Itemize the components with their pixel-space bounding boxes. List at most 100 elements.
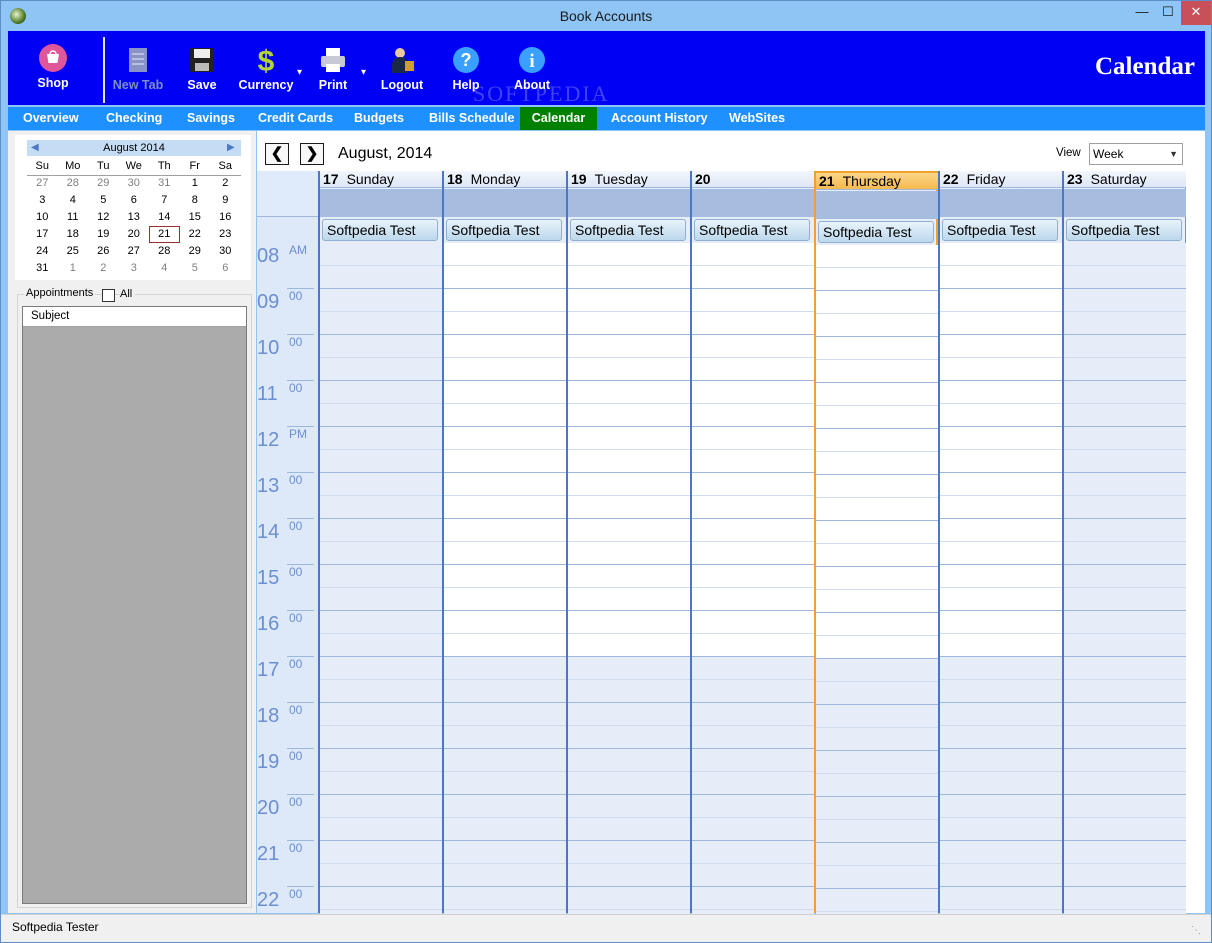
time-slot[interactable] xyxy=(568,358,690,381)
time-slot[interactable] xyxy=(444,657,566,680)
time-slot[interactable] xyxy=(816,820,938,843)
time-slot[interactable] xyxy=(692,634,814,657)
print-dropdown-arrow-icon[interactable]: ▾ xyxy=(361,67,366,78)
day-column[interactable]: 22 Friday Softpedia Test xyxy=(938,171,1062,933)
nav-account-history[interactable]: Account History xyxy=(605,107,714,130)
event-block[interactable]: Softpedia Test xyxy=(1066,219,1182,241)
time-slot[interactable] xyxy=(1064,519,1186,542)
time-slot[interactable] xyxy=(940,726,1062,749)
time-slot[interactable] xyxy=(444,634,566,657)
time-slot[interactable] xyxy=(816,360,938,383)
time-slot[interactable] xyxy=(816,843,938,866)
time-slot[interactable] xyxy=(692,335,814,358)
time-slot[interactable] xyxy=(568,703,690,726)
time-slot[interactable] xyxy=(320,795,442,818)
time-slot[interactable] xyxy=(692,496,814,519)
time-slot[interactable] xyxy=(940,818,1062,841)
day-header[interactable]: 20 xyxy=(692,171,814,188)
time-slot[interactable] xyxy=(692,266,814,289)
logout-button[interactable]: Logout xyxy=(372,45,432,92)
time-slot[interactable] xyxy=(320,588,442,611)
time-slot[interactable] xyxy=(940,312,1062,335)
time-slot[interactable] xyxy=(568,841,690,864)
time-slot[interactable] xyxy=(692,772,814,795)
time-slot[interactable] xyxy=(940,450,1062,473)
resize-grip-icon[interactable]: ⋱ xyxy=(1191,925,1201,936)
time-slot[interactable] xyxy=(1064,266,1186,289)
time-slot[interactable] xyxy=(816,636,938,659)
time-slot[interactable] xyxy=(320,473,442,496)
time-slot[interactable] xyxy=(1064,634,1186,657)
time-slot[interactable] xyxy=(940,266,1062,289)
time-slot[interactable] xyxy=(1064,565,1186,588)
time-slot[interactable] xyxy=(816,475,938,498)
time-slot[interactable] xyxy=(320,312,442,335)
all-day-area[interactable] xyxy=(940,189,1062,217)
time-slot[interactable] xyxy=(692,450,814,473)
time-slot[interactable] xyxy=(1064,312,1186,335)
time-slot[interactable] xyxy=(940,404,1062,427)
time-slot[interactable] xyxy=(320,358,442,381)
time-slot[interactable] xyxy=(940,588,1062,611)
time-slot[interactable] xyxy=(568,680,690,703)
time-slot[interactable] xyxy=(444,795,566,818)
time-slot[interactable] xyxy=(568,588,690,611)
all-checkbox[interactable] xyxy=(102,289,115,302)
mini-calendar-day[interactable]: 20 xyxy=(119,226,150,243)
time-slot[interactable] xyxy=(444,404,566,427)
time-slot[interactable] xyxy=(568,496,690,519)
mini-calendar-day[interactable]: 1 xyxy=(180,175,211,192)
all-day-area[interactable] xyxy=(320,189,442,217)
mini-calendar-day[interactable]: 22 xyxy=(180,226,211,243)
mini-calendar-day[interactable]: 29 xyxy=(88,175,119,192)
time-slot[interactable] xyxy=(940,703,1062,726)
mini-calendar-day[interactable]: 12 xyxy=(88,209,119,226)
time-slot[interactable] xyxy=(940,243,1062,266)
mini-calendar-day[interactable]: 8 xyxy=(180,192,211,209)
time-slot[interactable] xyxy=(816,797,938,820)
mini-calendar-day[interactable]: 15 xyxy=(180,209,211,226)
time-slot[interactable] xyxy=(816,613,938,636)
time-slot[interactable] xyxy=(1064,588,1186,611)
time-slot[interactable] xyxy=(1064,450,1186,473)
nav-calendar[interactable]: Calendar xyxy=(520,107,597,130)
time-slot[interactable] xyxy=(692,473,814,496)
time-slot[interactable] xyxy=(320,496,442,519)
time-slot[interactable] xyxy=(940,427,1062,450)
time-slot[interactable] xyxy=(568,772,690,795)
time-slot[interactable] xyxy=(1064,473,1186,496)
time-slot[interactable] xyxy=(816,774,938,797)
time-slot[interactable] xyxy=(1064,726,1186,749)
day-header[interactable]: 22 Friday xyxy=(940,171,1062,188)
mini-calendar-day[interactable]: 3 xyxy=(119,260,150,277)
time-slot[interactable] xyxy=(692,841,814,864)
time-slot[interactable] xyxy=(1064,680,1186,703)
time-slot[interactable] xyxy=(320,818,442,841)
time-slot[interactable] xyxy=(1064,427,1186,450)
time-slot[interactable] xyxy=(568,864,690,887)
close-button[interactable]: ✕ xyxy=(1181,1,1211,25)
time-slot[interactable] xyxy=(320,519,442,542)
day-column[interactable]: 20 Softpedia Test xyxy=(690,171,814,933)
day-header[interactable]: 21 Thursday xyxy=(816,173,938,190)
nav-websites[interactable]: WebSites xyxy=(723,107,791,130)
time-slot[interactable] xyxy=(1064,772,1186,795)
time-slot[interactable] xyxy=(320,634,442,657)
time-slot[interactable] xyxy=(816,567,938,590)
day-column[interactable]: 18 Monday Softpedia Test xyxy=(442,171,566,933)
time-slot[interactable] xyxy=(692,312,814,335)
mini-calendar-day[interactable]: 27 xyxy=(27,175,58,192)
time-slot[interactable] xyxy=(444,450,566,473)
time-slot[interactable] xyxy=(568,887,690,910)
time-slot[interactable] xyxy=(816,590,938,613)
mini-calendar-day[interactable]: 7 xyxy=(149,192,180,209)
mini-calendar-day[interactable]: 19 xyxy=(88,226,119,243)
maximize-button[interactable]: ☐ xyxy=(1155,1,1181,25)
all-day-area[interactable] xyxy=(692,189,814,217)
mini-calendar-day[interactable]: 6 xyxy=(119,192,150,209)
nav-bills-schedule[interactable]: Bills Schedule xyxy=(423,107,520,130)
time-slot[interactable] xyxy=(444,542,566,565)
time-slot[interactable] xyxy=(320,335,442,358)
day-header[interactable]: 17 Sunday xyxy=(320,171,442,188)
time-slot[interactable] xyxy=(444,749,566,772)
